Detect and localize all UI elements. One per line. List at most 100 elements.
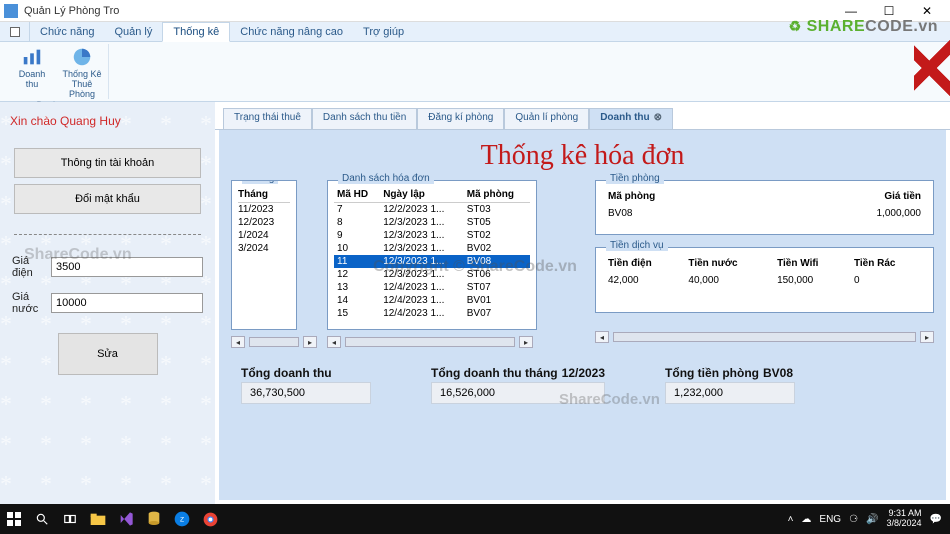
- tray-cloud-icon[interactable]: ☁: [801, 514, 811, 525]
- clock-date: 3/8/2024: [887, 519, 922, 529]
- hscroll-thang[interactable]: ◂▸: [231, 336, 317, 348]
- taskbar-clock[interactable]: 9:31 AM 3/8/2024: [887, 509, 922, 529]
- field-gia-nuoc: Giá nước: [12, 291, 203, 315]
- group-danhsach-hoadon: Danh sách hóa đơn Mã HD Ngày lập Mã phòn…: [327, 180, 537, 330]
- greeting-text: Xin chào Quang Huy: [10, 114, 205, 128]
- hoadon-row[interactable]: 712/2/2023 1...ST03: [334, 203, 530, 217]
- col-thang: Tháng: [238, 187, 290, 203]
- label-tong-doanhthu: Tổng doanh thu: [241, 366, 371, 380]
- hoadon-row[interactable]: 1312/4/2023 1...ST07: [334, 281, 530, 294]
- col-tiendien: Tiền điện: [604, 256, 682, 271]
- col-tiennuoc: Tiền nước: [684, 256, 771, 271]
- taskview-icon[interactable]: [56, 504, 84, 534]
- tab-dangkiphong[interactable]: Đăng kí phòng: [417, 108, 504, 129]
- tab-danhsachthutien[interactable]: Danh sách thu tiền: [312, 108, 417, 129]
- input-gia-nuoc[interactable]: [51, 293, 203, 313]
- legend-thang: Tháng: [242, 180, 278, 184]
- tray-notifications-icon[interactable]: 💬: [930, 514, 942, 525]
- value-tong-doanhthu-thang: 16,526,000: [431, 382, 605, 404]
- hoadon-row[interactable]: 1412/4/2023 1...BV01: [334, 294, 530, 307]
- col-tienwifi: Tiền Wifi: [773, 256, 848, 271]
- ribbon-tab-chucnang[interactable]: Chức năng: [30, 22, 104, 41]
- ribbon-tab-nangcao[interactable]: Chức năng nâng cao: [230, 22, 353, 41]
- thang-row[interactable]: 12/2023: [238, 216, 290, 229]
- col-maphong: Mã phòng: [464, 187, 530, 203]
- ribbon-group-danhmuc: Doanh thu Thống Kê Thuê Phòng Danh mục: [6, 44, 109, 99]
- hscroll-right[interactable]: ◂▸: [595, 331, 934, 343]
- ribbon-btn-label: Doanh thu: [19, 70, 46, 90]
- content-area: Trạng thái thuê Danh sách thu tiền Đăng …: [215, 102, 950, 504]
- hoadon-row[interactable]: 1112/3/2023 1...BV08: [334, 255, 530, 268]
- ribbon-tab-trogiup[interactable]: Trợ giúp: [353, 22, 414, 41]
- ribbon-btn-doanhthu[interactable]: Doanh thu: [10, 46, 54, 100]
- label-tong-tienphong: Tổng tiền phòngBV08: [665, 366, 795, 380]
- value-tong-doanhthu: 36,730,500: [241, 382, 371, 404]
- col-maphong: Mã phòng: [604, 189, 768, 204]
- hoadon-row[interactable]: 912/3/2023 1...ST02: [334, 229, 530, 242]
- taskbar-app-vs[interactable]: [112, 504, 140, 534]
- chart-bar-icon: [21, 46, 43, 68]
- legend-ds: Danh sách hóa đơn: [338, 173, 434, 184]
- tab-close-icon[interactable]: ⊗: [654, 112, 662, 123]
- ribbon-panel: Doanh thu Thống Kê Thuê Phòng Danh mục: [0, 42, 950, 102]
- col-ngaylap: Ngày lập: [380, 187, 464, 203]
- ribbon-tab-thongke[interactable]: Thống kê: [162, 22, 230, 42]
- divider: [14, 234, 201, 235]
- hoadon-row[interactable]: 1512/4/2023 1...BV07: [334, 307, 530, 320]
- tab-label: Doanh thu: [600, 112, 649, 123]
- tab-quanliphong[interactable]: Quản lí phòng: [504, 108, 589, 129]
- thang-row[interactable]: 11/2023: [238, 203, 290, 216]
- file-orb[interactable]: [0, 22, 30, 41]
- tray-chevron-up-icon[interactable]: ˄: [788, 514, 794, 525]
- svg-text:Z: Z: [180, 517, 184, 524]
- sidebar: Xin chào Quang Huy ShareCode.vn Thông ti…: [0, 102, 215, 504]
- ribbon-btn-label: Thống Kê Thuê Phòng: [60, 70, 104, 100]
- tab-doanhthu[interactable]: Doanh thu ⊗: [589, 108, 673, 129]
- label-tong-doanhthu-thang: Tổng doanh thu tháng12/2023: [431, 366, 605, 380]
- panel-title: Thống kê hóa đơn: [231, 140, 934, 172]
- stats-panel: Thống kê hóa đơn Tháng Tháng 11/2023 12/…: [219, 130, 946, 500]
- legend-tp: Tiền phòng: [606, 173, 664, 184]
- table-hoadon: Mã HD Ngày lập Mã phòng 712/2/2023 1...S…: [334, 187, 530, 320]
- taskbar-app-sql[interactable]: [140, 504, 168, 534]
- hoadon-row[interactable]: 1012/3/2023 1...BV02: [334, 242, 530, 255]
- hscroll-ds[interactable]: ◂▸: [327, 336, 537, 348]
- taskbar-app-explorer[interactable]: [84, 504, 112, 534]
- field-gia-dien: Giá điện: [12, 255, 203, 279]
- sharecode-logo: ♻ SHARECODE.vn: [789, 18, 938, 36]
- chart-pie-icon: [71, 46, 93, 68]
- hoadon-row[interactable]: 812/3/2023 1...ST05: [334, 216, 530, 229]
- tray-volume-icon[interactable]: 🔊: [866, 514, 878, 525]
- tab-trangthai[interactable]: Trạng thái thuê: [223, 108, 312, 129]
- search-icon[interactable]: [28, 504, 56, 534]
- windows-icon: [7, 512, 21, 526]
- ribbon-tab-quanly[interactable]: Quản lý: [104, 22, 162, 41]
- col-giatien: Giá tiền: [770, 189, 925, 204]
- taskbar-app-zalo[interactable]: Z: [168, 504, 196, 534]
- tray-wifi-icon[interactable]: ⚆: [849, 514, 858, 525]
- app-icon: [4, 4, 18, 18]
- window-title: Quản Lý Phòng Tro: [24, 5, 832, 17]
- taskbar-app-chrome[interactable]: [196, 504, 224, 534]
- tienphong-row[interactable]: BV08 1,000,000: [604, 206, 925, 221]
- hoadon-row[interactable]: 1212/3/2023 1...ST06: [334, 268, 530, 281]
- group-tiendichvu: Tiền dịch vụ Tiền điện Tiền nước Tiền Wi…: [595, 247, 934, 313]
- col-tienrac: Tiền Rác: [850, 256, 925, 271]
- legend-dv: Tiền dịch vụ: [606, 240, 668, 251]
- group-tienphong: Tiền phòng Mã phòng Giá tiền BV08 1,000,…: [595, 180, 934, 235]
- tiendv-row[interactable]: 42,000 40,000 150,000 0: [604, 273, 925, 288]
- thang-row[interactable]: 3/2024: [238, 242, 290, 255]
- label-gia-dien: Giá điện: [12, 255, 43, 279]
- col-mahd: Mã HD: [334, 187, 380, 203]
- input-gia-dien[interactable]: [51, 257, 203, 277]
- edit-button[interactable]: Sửa: [58, 333, 158, 375]
- label-gia-nuoc: Giá nước: [12, 291, 43, 315]
- thang-row[interactable]: 1/2024: [238, 229, 290, 242]
- tray-language-indicator[interactable]: ENG: [819, 514, 841, 525]
- start-button[interactable]: [0, 504, 28, 534]
- system-tray: ˄ ☁ ENG ⚆ 🔊 9:31 AM 3/8/2024 💬: [788, 509, 950, 529]
- ribbon-btn-thongkethue[interactable]: Thống Kê Thuê Phòng: [60, 46, 104, 100]
- change-password-button[interactable]: Đổi mật khẩu: [14, 184, 201, 214]
- account-info-button[interactable]: Thông tin tài khoản: [14, 148, 201, 178]
- inner-tabs: Trạng thái thuê Danh sách thu tiền Đăng …: [215, 108, 950, 130]
